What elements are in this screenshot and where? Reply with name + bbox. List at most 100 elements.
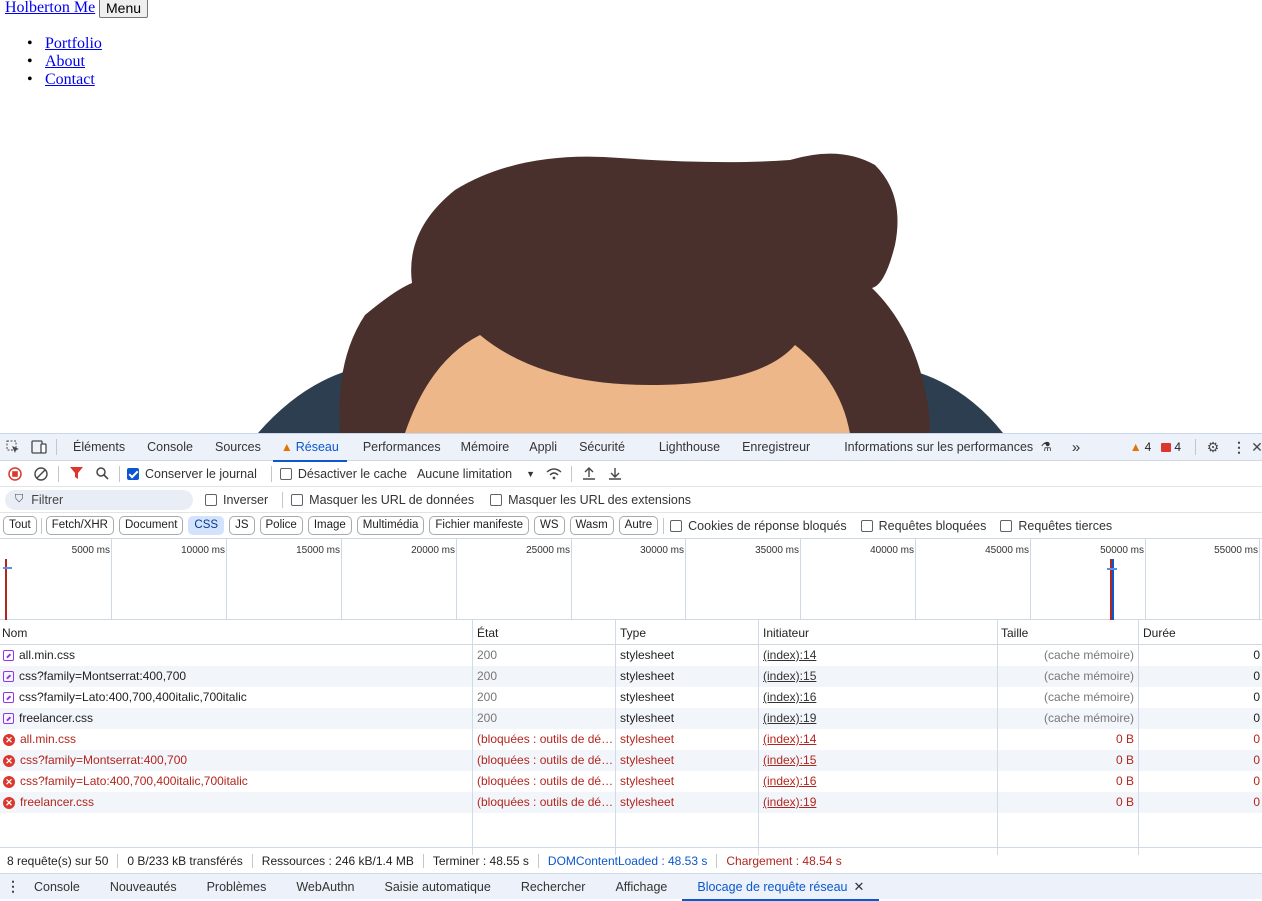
hide-data-urls-check[interactable] <box>291 493 304 506</box>
cell-name[interactable]: css?family=Lato:400,700,400italic,700ita… <box>0 687 473 708</box>
disable-cache-check[interactable] <box>279 467 292 480</box>
chip-document[interactable]: Document <box>119 516 184 535</box>
chip-css[interactable]: CSS <box>188 516 225 535</box>
drawer-tab-console[interactable]: Console <box>26 874 95 900</box>
drawer-tab-request-blocking[interactable]: Blocage de requête réseau ✕ <box>682 874 880 901</box>
preserve-log-check[interactable] <box>127 467 139 480</box>
cell-name[interactable]: ✕ freelancer.css <box>0 792 473 813</box>
chip-media[interactable]: Multimédia <box>356 516 425 535</box>
table-row[interactable]: ✕ freelancer.css (bloquées : outils de dé…… <box>0 792 1262 813</box>
filter-funnel-icon[interactable] <box>63 460 89 487</box>
third-party-checkbox[interactable]: Requêtes tierces <box>1000 519 1112 533</box>
column-header-name[interactable]: Nom <box>0 620 473 645</box>
tab-network[interactable]: ▲ Réseau <box>272 434 347 462</box>
chip-wasm[interactable]: Wasm <box>569 516 614 535</box>
drawer-tab-webauthn[interactable]: WebAuthn <box>281 874 369 900</box>
drawer-tab-autofill[interactable]: Saisie automatique <box>370 874 506 900</box>
column-header-size[interactable]: Taille <box>998 620 1139 645</box>
tab-application[interactable]: Appli <box>521 434 571 461</box>
hide-data-urls-checkbox[interactable]: Masquer les URL de données <box>291 493 474 507</box>
chip-ws[interactable]: WS <box>533 516 565 535</box>
blocked-requests-check[interactable] <box>860 519 873 532</box>
table-row[interactable]: ✕ css?family=Montserrat:400,700 (bloquées … <box>0 750 1262 771</box>
nav-link-portfolio[interactable]: Portfolio <box>45 35 102 52</box>
clear-icon[interactable] <box>28 460 54 487</box>
nav-link-contact[interactable]: Contact <box>45 71 95 88</box>
cell-name[interactable]: ✕ css?family=Montserrat:400,700 <box>0 750 473 771</box>
disable-cache-checkbox[interactable]: Désactiver le cache <box>279 467 407 481</box>
close-devtools-icon[interactable]: ✕ <box>1251 434 1262 461</box>
cell-name[interactable]: all.min.css <box>0 645 473 666</box>
cell-name[interactable]: ✕ css?family=Lato:400,700,400italic,700it… <box>0 771 473 792</box>
chip-image[interactable]: Image <box>307 516 352 535</box>
tab-lighthouse[interactable]: Lighthouse <box>651 434 734 461</box>
table-row[interactable]: ✕ css?family=Lato:400,700,400italic,700it… <box>0 771 1262 792</box>
network-conditions-wifi-icon[interactable] <box>541 460 567 487</box>
chip-fetch-xhr[interactable]: Fetch/XHR <box>45 516 114 535</box>
close-icon[interactable]: ✕ <box>853 874 864 900</box>
record-stop-icon[interactable] <box>2 460 28 487</box>
hide-extension-urls-checkbox[interactable]: Masquer les URL des extensions <box>490 493 691 507</box>
preserve-log-checkbox[interactable]: Conserver le journal <box>127 467 257 481</box>
tab-elements[interactable]: Éléments <box>61 434 133 461</box>
invert-checkbox[interactable]: Inverser <box>205 493 268 507</box>
nav-link-about[interactable]: About <box>45 53 85 70</box>
drawer-tab-search[interactable]: Rechercher <box>506 874 601 900</box>
drawer-tab-whats-new[interactable]: Nouveautés <box>95 874 192 900</box>
kebab-menu-icon[interactable]: ⋮ <box>1226 434 1252 461</box>
import-har-upload-icon[interactable] <box>576 460 602 487</box>
blocked-cookies-checkbox[interactable]: Cookies de réponse bloqués <box>670 519 847 533</box>
inspect-element-icon[interactable] <box>0 434 26 461</box>
table-row[interactable]: css?family=Montserrat:400,700 200 styleshe… <box>0 666 1262 687</box>
export-har-download-icon[interactable] <box>602 460 628 487</box>
column-header-duration[interactable]: Durée <box>1139 620 1262 645</box>
tab-security[interactable]: Sécurité <box>571 434 651 461</box>
warnings-badge[interactable]: ▲ 4 <box>1130 440 1152 454</box>
table-row[interactable]: css?family=Lato:400,700,400italic,700ita… <box>0 687 1262 708</box>
column-header-status[interactable]: État <box>473 620 616 645</box>
throttling-select[interactable]: Aucune limitation ▼ <box>417 467 535 481</box>
drawer-tab-issues[interactable]: Problèmes <box>192 874 282 900</box>
drawer-tab-rendering[interactable]: Affichage <box>600 874 682 900</box>
tab-recorder[interactable]: Enregistreur <box>734 434 836 461</box>
tab-sources[interactable]: Sources <box>203 434 273 461</box>
table-row[interactable]: freelancer.css 200 stylesheet (index):19 (ca… <box>0 708 1262 729</box>
invert-check[interactable] <box>205 493 217 506</box>
chip-all[interactable]: Tout <box>3 516 37 535</box>
initiator-link[interactable]: (index):15 <box>763 669 816 683</box>
tab-performance-insights[interactable]: Informations sur les performances ⚗ <box>836 434 1060 461</box>
brand-link[interactable]: Holberton Me <box>5 0 95 17</box>
initiator-link[interactable]: (index):16 <box>763 690 816 704</box>
menu-button[interactable]: Menu <box>99 0 149 18</box>
initiator-link[interactable]: (index):19 <box>763 711 816 725</box>
settings-gear-icon[interactable]: ⚙ <box>1200 434 1226 461</box>
third-party-check[interactable] <box>1000 519 1013 532</box>
tab-console[interactable]: Console <box>133 434 203 461</box>
tab-performance[interactable]: Performances <box>347 434 453 461</box>
initiator-link[interactable]: (index):14 <box>763 648 816 662</box>
chip-font[interactable]: Police <box>259 516 303 535</box>
table-row[interactable]: all.min.css 200 stylesheet (index):14 (cache… <box>0 645 1262 666</box>
cell-name[interactable]: ✕ all.min.css <box>0 729 473 750</box>
cell-name[interactable]: css?family=Montserrat:400,700 <box>0 666 473 687</box>
chip-js[interactable]: JS <box>229 516 255 535</box>
blocked-cookies-check[interactable] <box>670 519 683 532</box>
initiator-link[interactable]: (index):14 <box>763 732 816 746</box>
filter-input[interactable]: ⛉ Filtrer <box>5 489 193 510</box>
search-icon[interactable] <box>89 460 115 487</box>
chip-other[interactable]: Autre <box>618 516 659 535</box>
device-toolbar-icon[interactable] <box>26 434 52 461</box>
initiator-link[interactable]: (index):15 <box>763 753 816 767</box>
hide-extension-urls-check[interactable] <box>490 493 503 506</box>
blocked-requests-checkbox[interactable]: Requêtes bloquées <box>860 519 986 533</box>
network-overview-timeline[interactable]: 5000 ms 10000 ms 15000 ms 20000 ms 25000… <box>0 539 1262 620</box>
more-tabs-icon[interactable]: » <box>1060 434 1088 461</box>
initiator-link[interactable]: (index):16 <box>763 774 816 788</box>
table-row[interactable]: ✕ all.min.css (bloquées : outils de dé… sty… <box>0 729 1262 750</box>
drawer-kebab-menu-icon[interactable]: ⋮ <box>0 878 26 895</box>
cell-name[interactable]: freelancer.css <box>0 708 473 729</box>
initiator-link[interactable]: (index):19 <box>763 795 816 809</box>
column-header-type[interactable]: Type <box>616 620 759 645</box>
tab-memory[interactable]: Mémoire <box>453 434 522 461</box>
chip-manifest[interactable]: Fichier manifeste <box>429 516 529 535</box>
